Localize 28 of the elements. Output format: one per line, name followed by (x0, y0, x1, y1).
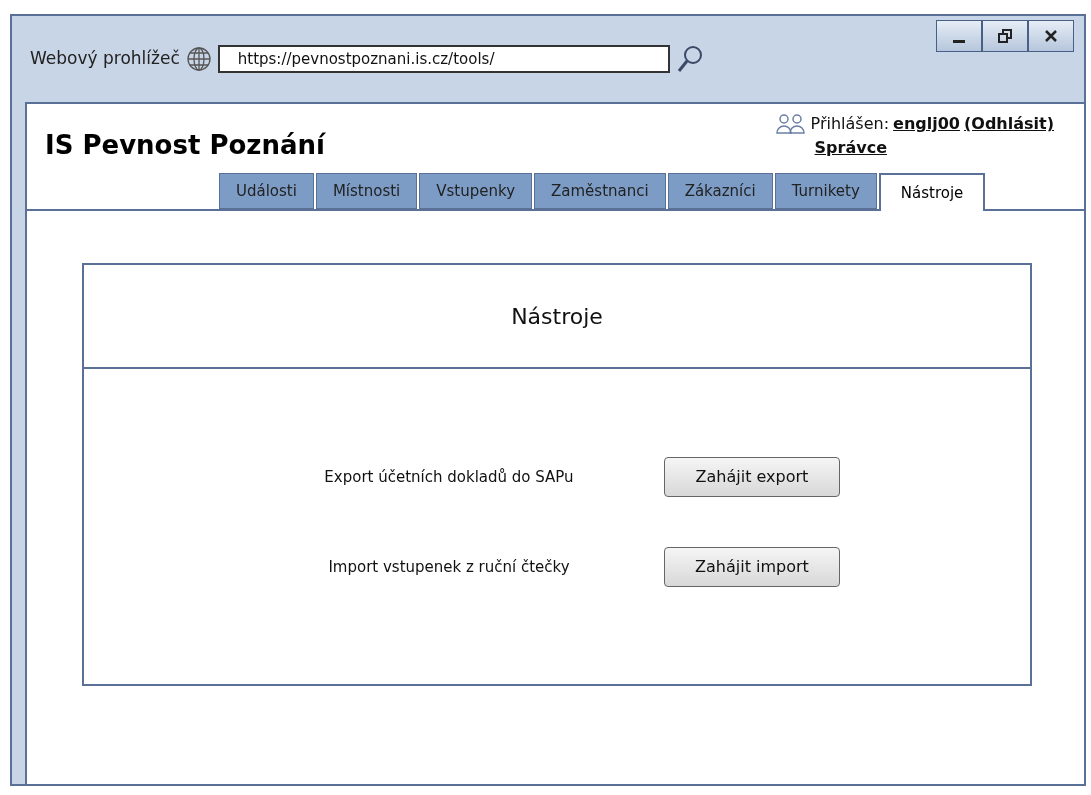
browser-title: Webový prohlížeč (30, 47, 180, 71)
start-button[interactable]: Zahájit export (664, 457, 840, 497)
restore-icon (998, 29, 1012, 43)
nav-tab[interactable]: Turnikety (774, 173, 877, 209)
users-icon (774, 113, 807, 135)
minimize-icon (953, 39, 965, 43)
login-label: Přihlášen: (810, 113, 890, 135)
globe-icon (185, 46, 212, 72)
minimize-button[interactable] (936, 20, 982, 52)
tool-label: Import vstupenek z ruční čtečky (327, 556, 571, 578)
nav-tab[interactable]: Události (219, 173, 314, 209)
search-icon[interactable] (675, 44, 704, 74)
close-button[interactable] (1028, 20, 1074, 52)
panel-title: Nástroje (511, 302, 603, 331)
nav-tab[interactable]: Vstupenky (419, 173, 532, 209)
close-icon (1044, 29, 1058, 43)
nav-tab[interactable]: Místnosti (315, 173, 418, 209)
role-link[interactable]: Správce (814, 136, 887, 160)
url-field[interactable]: https://pevnostpoznani.is.cz/tools/ (217, 45, 670, 73)
app-title: IS Pevnost Poznání (45, 129, 325, 162)
user-link[interactable]: englj00 (893, 112, 960, 136)
nav-tab[interactable]: Nástroje (878, 173, 986, 211)
logout-link[interactable]: (Odhlásit) (964, 112, 1054, 136)
start-button[interactable]: Zahájit import (664, 547, 840, 587)
nav-tab[interactable]: Zaměstnanci (534, 173, 666, 209)
nav-tab[interactable]: Zákazníci (667, 173, 773, 209)
tool-label: Export účetních dokladů do SAPu (323, 466, 575, 488)
restore-button[interactable] (982, 20, 1028, 52)
